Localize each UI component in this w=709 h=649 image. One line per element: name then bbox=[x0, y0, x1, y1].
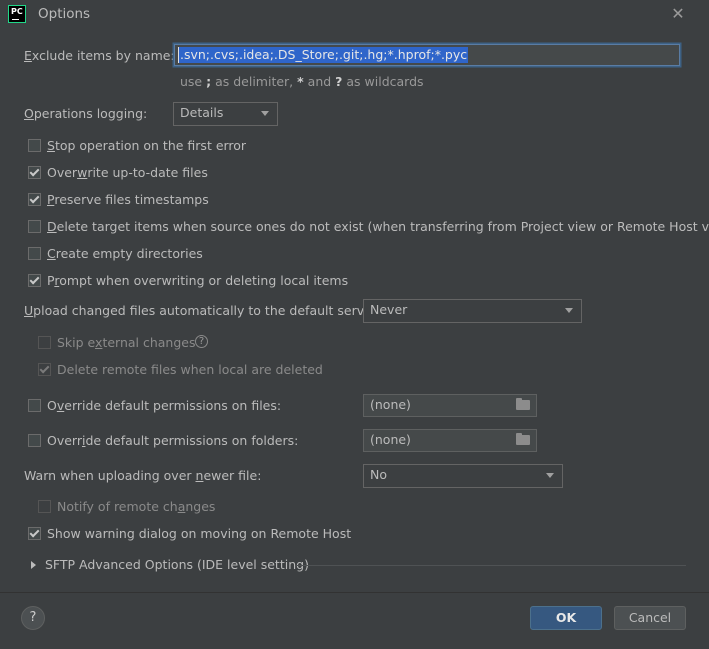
skip-external-label: Skip external changes bbox=[57, 335, 196, 350]
chevron-down-icon bbox=[546, 473, 554, 478]
folder-icon[interactable] bbox=[516, 433, 530, 445]
preserve-timestamps-checkbox[interactable] bbox=[28, 193, 41, 206]
warn-newer-label: Warn when uploading over newer file: bbox=[24, 468, 262, 483]
operations-logging-label: Operations logging: bbox=[24, 106, 148, 121]
title-bar bbox=[0, 0, 709, 30]
expand-arrow-icon[interactable] bbox=[31, 561, 36, 569]
override-files-label: Override default permissions on files: bbox=[47, 398, 282, 413]
ok-button[interactable]: OK bbox=[530, 606, 602, 630]
pycharm-logo-icon: PC bbox=[8, 5, 26, 23]
show-warning-label: Show warning dialog on moving on Remote … bbox=[47, 526, 352, 541]
prompt-overwrite-checkbox[interactable] bbox=[28, 274, 41, 287]
overwrite-files-checkbox[interactable] bbox=[28, 166, 41, 179]
folder-icon[interactable] bbox=[516, 398, 530, 410]
override-files-field[interactable]: (none) bbox=[363, 394, 537, 417]
operations-logging-value: Details bbox=[180, 105, 224, 120]
skip-external-checkbox[interactable] bbox=[38, 336, 51, 349]
override-folders-label: Override default permissions on folders: bbox=[47, 433, 299, 448]
override-folders-field[interactable]: (none) bbox=[363, 429, 537, 452]
footer-divider bbox=[0, 592, 709, 593]
create-empty-dirs-label: Create empty directories bbox=[47, 246, 203, 261]
delete-remote-label: Delete remote files when local are delet… bbox=[57, 362, 323, 377]
operations-logging-dropdown[interactable]: Details bbox=[173, 102, 278, 126]
sftp-advanced-toggle[interactable]: SFTP Advanced Options (IDE level setting… bbox=[45, 557, 309, 572]
stop-on-error-checkbox[interactable] bbox=[28, 139, 41, 152]
close-icon[interactable]: ✕ bbox=[668, 4, 688, 24]
help-circle-icon[interactable]: ? bbox=[195, 335, 208, 348]
delete-target-checkbox[interactable] bbox=[28, 220, 41, 233]
exclude-items-input[interactable]: .svn;.cvs;.idea;.DS_Store;.git;.hg;*.hpr… bbox=[174, 44, 680, 66]
upload-automatically-value: Never bbox=[370, 302, 408, 317]
preserve-timestamps-label: Preserve files timestamps bbox=[47, 192, 209, 207]
separator-line bbox=[296, 565, 686, 566]
prompt-overwrite-label: Prompt when overwriting or deleting loca… bbox=[47, 273, 349, 288]
notify-remote-label: Notify of remote changes bbox=[57, 499, 216, 514]
exclude-items-value: .svn;.cvs;.idea;.DS_Store;.git;.hg;*.hpr… bbox=[179, 47, 469, 63]
delete-remote-checkbox[interactable] bbox=[38, 363, 51, 376]
create-empty-dirs-checkbox[interactable] bbox=[28, 247, 41, 260]
exclude-items-label: Exclude items by name: bbox=[24, 48, 175, 63]
notify-remote-checkbox[interactable] bbox=[38, 500, 51, 513]
override-files-checkbox[interactable] bbox=[28, 399, 41, 412]
chevron-down-icon bbox=[261, 111, 269, 116]
override-folders-value: (none) bbox=[370, 432, 411, 447]
stop-on-error-label: Stop operation on the first error bbox=[47, 138, 247, 153]
overwrite-files-label: Overwrite up-to-date files bbox=[47, 165, 208, 180]
show-warning-checkbox[interactable] bbox=[28, 527, 41, 540]
warn-newer-dropdown[interactable]: No bbox=[363, 464, 563, 488]
exclude-items-hint: use ; as delimiter, * and ? as wildcards bbox=[180, 74, 424, 89]
window-title: Options bbox=[38, 6, 91, 22]
help-button[interactable]: ? bbox=[21, 606, 45, 630]
upload-automatically-dropdown[interactable]: Never bbox=[363, 299, 582, 323]
override-folders-checkbox[interactable] bbox=[28, 434, 41, 447]
warn-newer-value: No bbox=[370, 467, 387, 482]
override-files-value: (none) bbox=[370, 397, 411, 412]
cancel-button[interactable]: Cancel bbox=[614, 606, 686, 630]
upload-automatically-label: Upload changed files automatically to th… bbox=[24, 303, 377, 318]
chevron-down-icon bbox=[565, 308, 573, 313]
delete-target-label: Delete target items when source ones do … bbox=[47, 219, 709, 234]
